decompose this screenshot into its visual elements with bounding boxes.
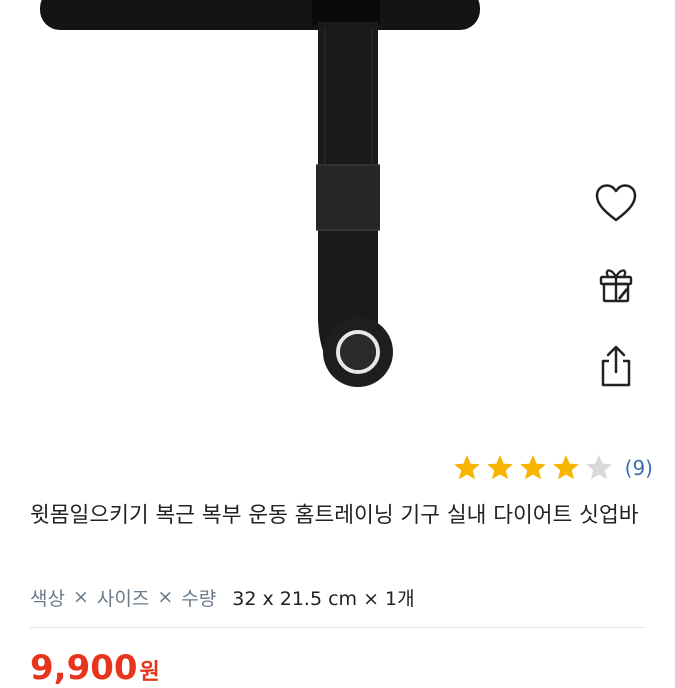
option-key-quantity: 수량	[181, 587, 217, 610]
share-icon	[596, 344, 636, 392]
option-summary: 색상 × 사이즈 × 수량 32 x 21.5 cm × 1개	[30, 580, 415, 614]
star-filled-icon	[519, 455, 546, 480]
price: 9,900 원	[30, 648, 160, 688]
gift-button[interactable]	[588, 258, 644, 314]
option-separator: ×	[157, 586, 174, 608]
product-image	[0, 0, 580, 440]
star-filled-icon	[552, 455, 579, 480]
divider	[30, 627, 645, 628]
like-button[interactable]	[588, 177, 644, 233]
gift-icon	[596, 264, 636, 308]
star-empty-icon	[585, 455, 612, 480]
option-separator: ×	[72, 586, 89, 608]
option-key-color: 색상	[30, 587, 65, 610]
option-value: 32 x 21.5 cm × 1개	[232, 587, 415, 610]
product-title: 윗몸일으키기 복근 복부 운동 홈트레이닝 기구 실내 다이어트 싯업바	[30, 503, 639, 528]
share-button[interactable]	[588, 340, 644, 396]
rating[interactable]: (9)	[452, 450, 653, 486]
price-amount: 9,900	[30, 648, 138, 688]
heart-outline-icon	[594, 183, 638, 227]
option-key-size: 사이즈	[96, 587, 150, 610]
review-count[interactable]: (9)	[625, 456, 653, 480]
star-filled-icon	[486, 455, 513, 480]
star-filled-icon	[453, 455, 480, 480]
price-unit: 원	[139, 660, 160, 685]
